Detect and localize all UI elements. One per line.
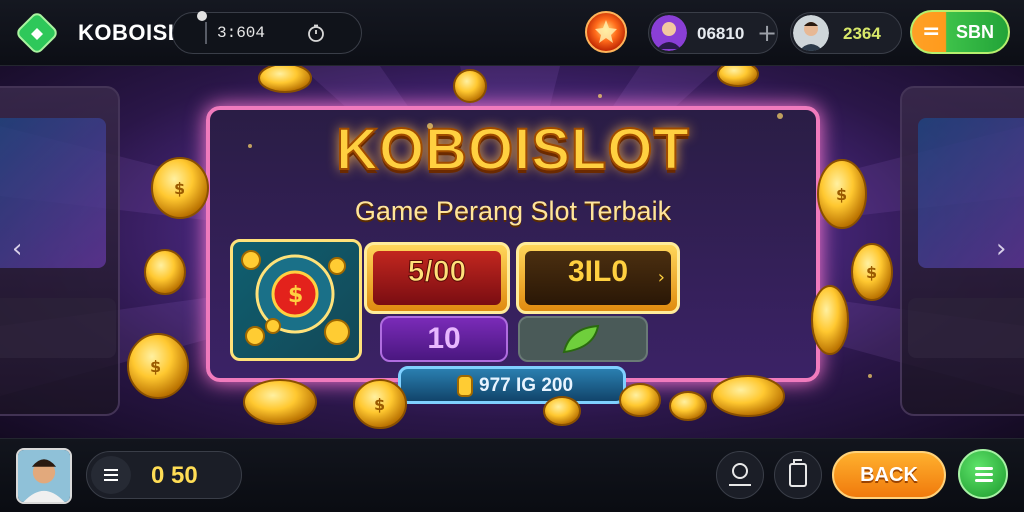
profile-avatar[interactable] xyxy=(16,448,72,504)
svg-text:$: $ xyxy=(288,283,303,308)
jackpot-bar[interactable]: 977 IG 200 xyxy=(398,366,626,404)
arcade-deck-right xyxy=(908,298,1024,358)
roulette-wheel-icon: $ xyxy=(241,250,350,346)
user-icon xyxy=(729,463,751,486)
leaf-tile[interactable] xyxy=(518,316,648,362)
level-value: 10 xyxy=(427,322,461,355)
chevron-right-icon: › xyxy=(657,267,665,288)
card-icon xyxy=(789,459,807,487)
back-button[interactable]: BACK xyxy=(832,451,946,499)
bottom-bar: 0 50 BACK xyxy=(0,438,1024,512)
search-divider xyxy=(205,22,207,44)
player-score: 2364 xyxy=(843,24,881,43)
bet-a-value: 5/00 xyxy=(407,255,467,289)
timer-icon[interactable] xyxy=(307,24,325,42)
prev-arrow-icon[interactable]: ‹ xyxy=(12,234,22,264)
next-arrow-icon[interactable]: › xyxy=(996,234,1006,264)
pin-icon xyxy=(197,11,207,21)
jackpot-value: 977 IG 200 xyxy=(479,375,574,396)
balance-pill[interactable]: 0 50 xyxy=(86,451,242,499)
points-value: 06810 xyxy=(697,24,745,43)
plus-icon[interactable]: + xyxy=(757,19,777,47)
profile-button[interactable] xyxy=(716,451,764,499)
deposit-button[interactable]: = SBN xyxy=(910,10,1010,54)
search-field[interactable]: 3:604 xyxy=(172,11,362,54)
promo-title: KOBOISLOT xyxy=(335,116,690,183)
bet-b-value: 3IL0 xyxy=(567,255,629,288)
promo-subtitle: Game Perang Slot Terbaik xyxy=(354,196,672,226)
search-value[interactable]: 3:604 xyxy=(217,24,265,42)
player-pill[interactable]: 2364 xyxy=(790,12,902,54)
level-tile[interactable]: 10 xyxy=(380,316,508,362)
coin-icon xyxy=(457,375,473,397)
balance-value: 0 50 xyxy=(151,462,198,489)
deposit-label: SBN xyxy=(956,22,995,42)
player-avatar-icon xyxy=(793,15,829,51)
equals-icon: = xyxy=(922,19,941,44)
menu-icon[interactable] xyxy=(91,456,131,494)
game-scene: ‹ › KOBOISLOT Game Perang Slot Terbaik $… xyxy=(0,66,1024,438)
leaf-icon xyxy=(562,324,600,354)
bet-tile-b[interactable]: 3IL0 › xyxy=(516,242,680,314)
top-bar: KOBOISLOT 3:604 06810 + 2364 = SBN xyxy=(0,0,1024,66)
arcade-deck-left xyxy=(0,298,116,358)
cards-button[interactable] xyxy=(774,451,822,499)
points-pill[interactable]: 06810 + xyxy=(648,12,778,54)
avatar-icon xyxy=(651,15,687,51)
logo-diamond-icon[interactable] xyxy=(14,10,60,56)
hamburger-icon[interactable] xyxy=(958,449,1008,499)
roulette-tile[interactable]: $ xyxy=(230,239,362,361)
bet-tile-a[interactable]: 5/00 xyxy=(364,242,510,314)
fire-orb-icon[interactable] xyxy=(584,10,628,54)
arcade-screen-right xyxy=(918,118,1024,268)
